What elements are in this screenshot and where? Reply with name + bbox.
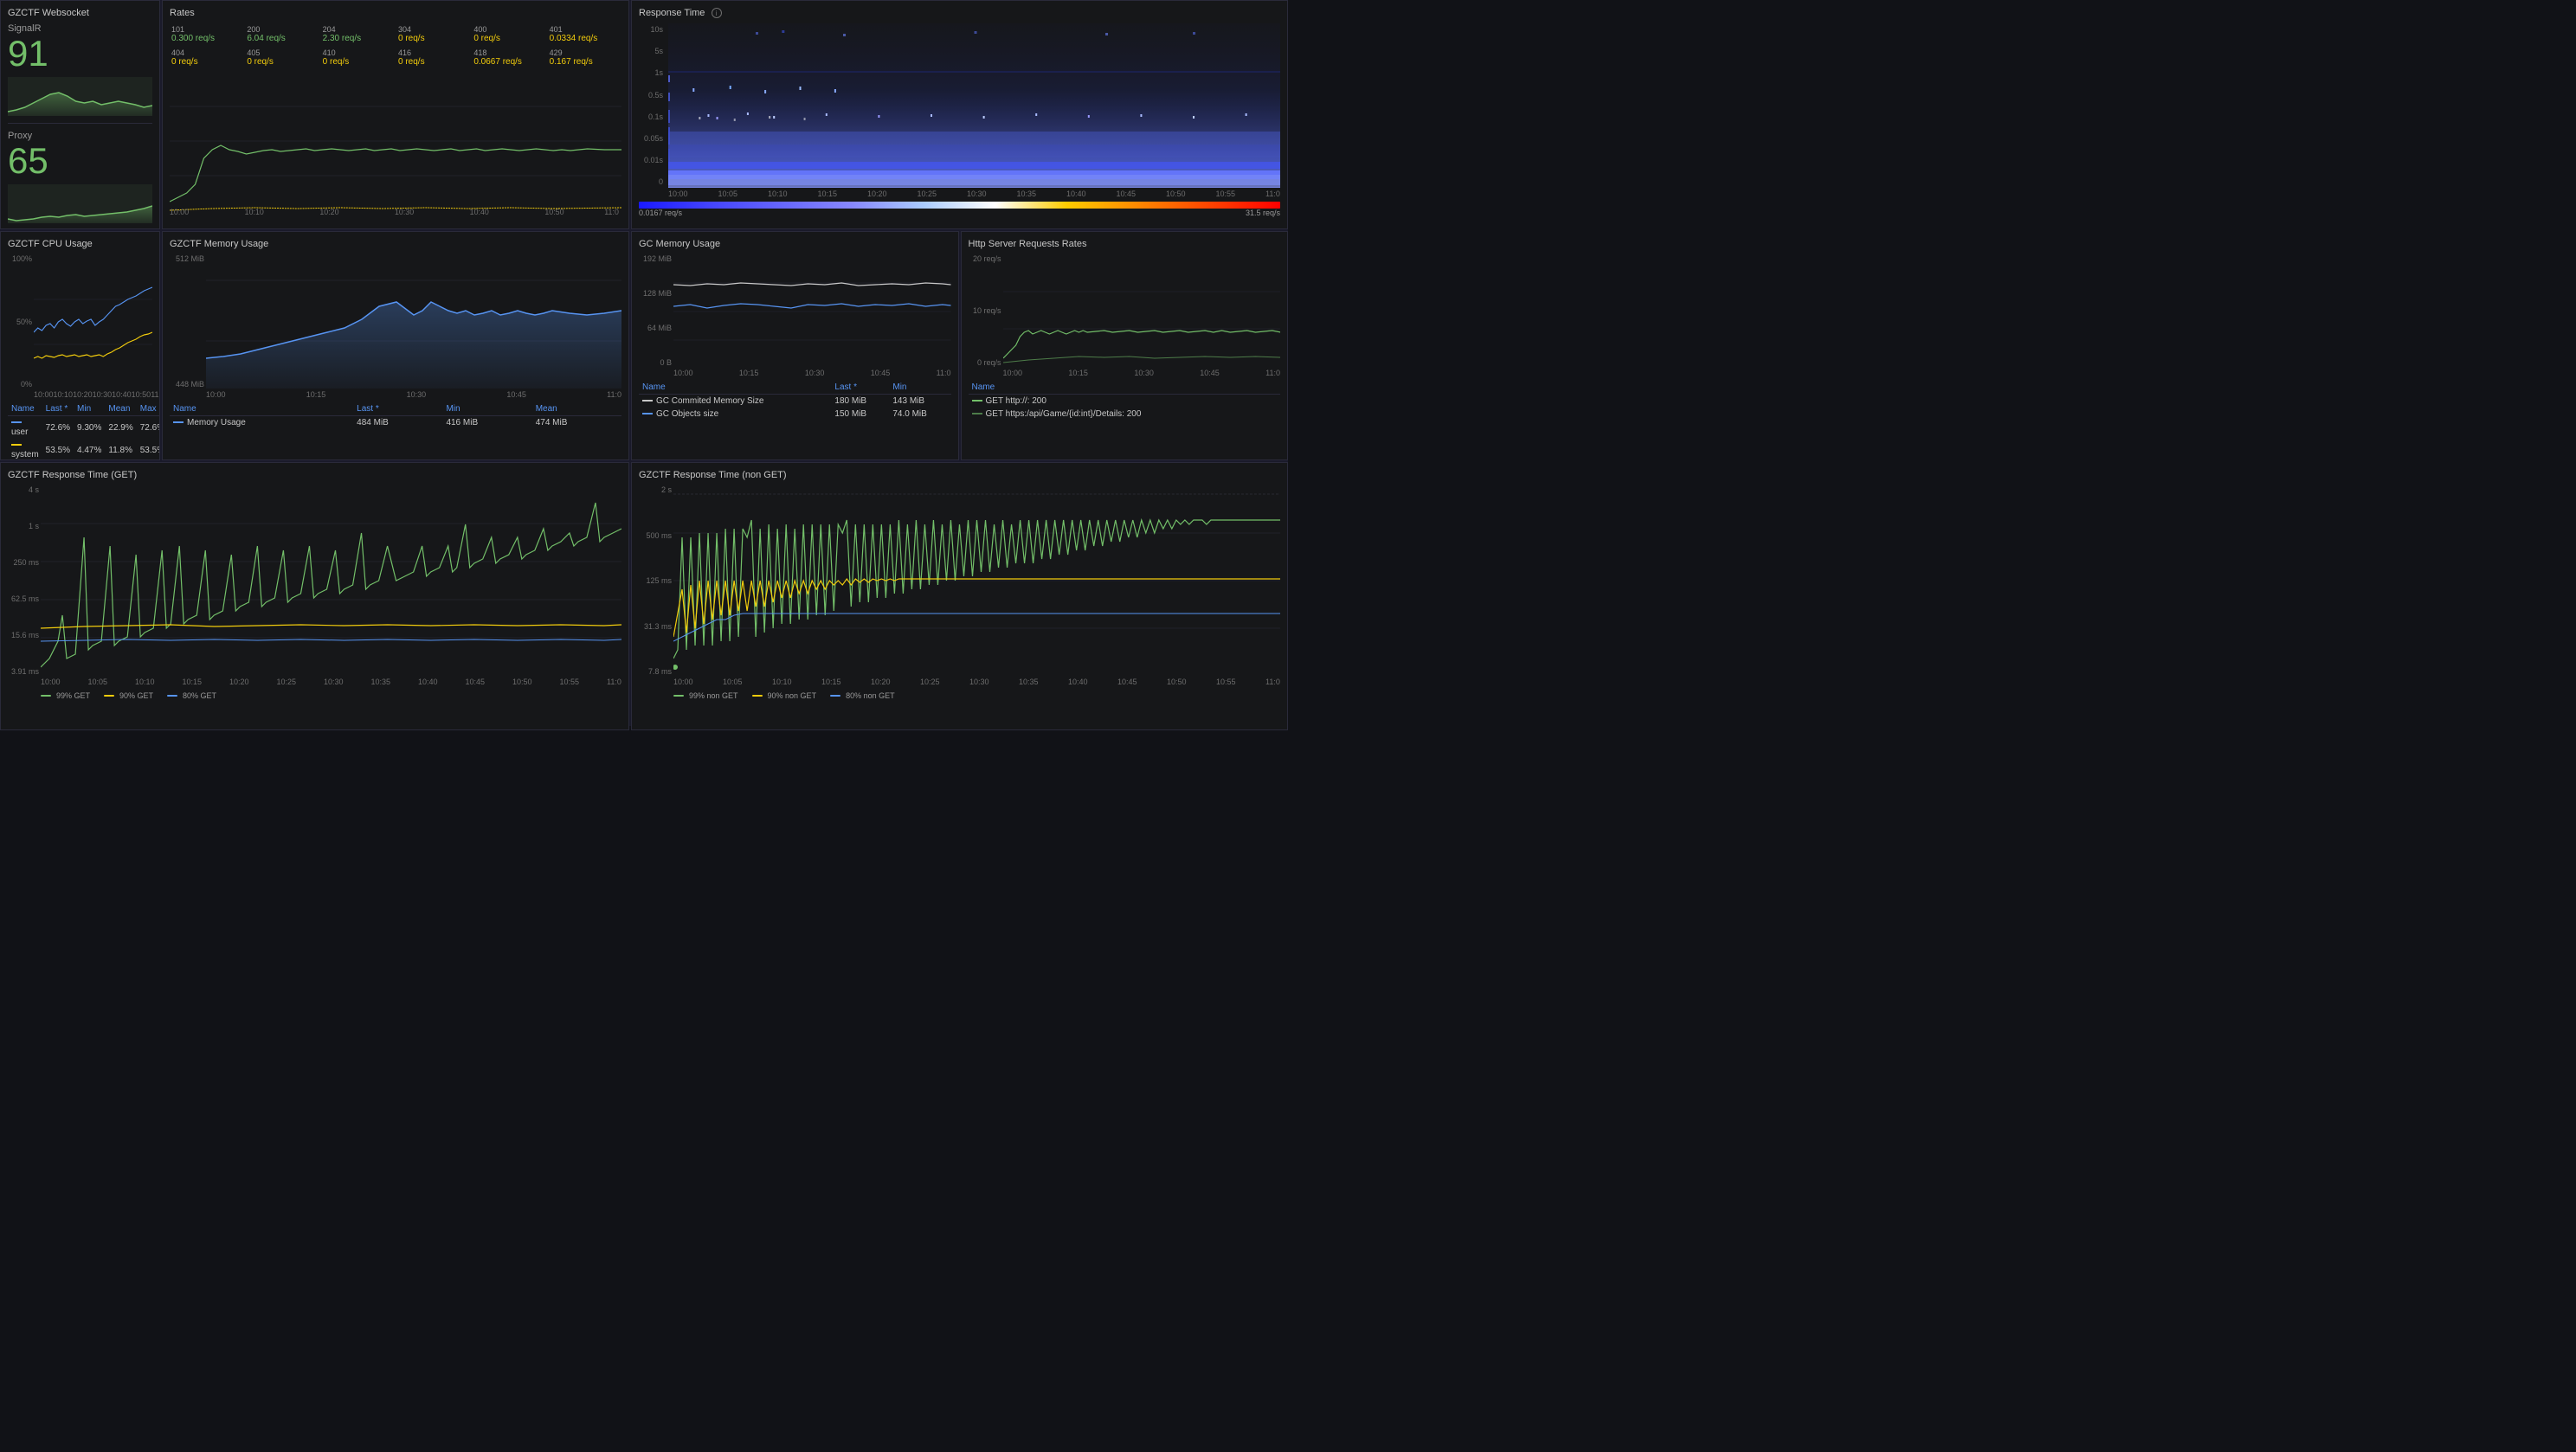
rate-400: 400 0 req/s bbox=[472, 23, 545, 45]
rate-101: 101 0.300 req/s bbox=[170, 23, 243, 45]
gc-row-objects: GC Objects size 150 MiB 74.0 MiB bbox=[639, 408, 951, 421]
rate-405: 405 0 req/s bbox=[245, 47, 319, 68]
resp-nonget-title: GZCTF Response Time (non GET) bbox=[639, 470, 1280, 480]
rate-401: 401 0.0334 req/s bbox=[548, 23, 621, 45]
resp-get-title: GZCTF Response Time (GET) bbox=[8, 470, 621, 480]
rate-200: 200 6.04 req/s bbox=[245, 23, 319, 45]
rates-grid: 101 0.300 req/s 200 6.04 req/s 204 2.30 … bbox=[170, 23, 621, 68]
memory-x-axis: 10:00 10:15 10:30 10:45 11:0 bbox=[206, 390, 621, 399]
gc-table: Name Last * Min GC Commited Memory Size … bbox=[639, 381, 951, 421]
gc-chart-area: 192 MiB 128 MiB 64 MiB 0 B bbox=[639, 254, 951, 367]
http-chart bbox=[1003, 254, 1281, 367]
gc-http-panels: GC Memory Usage 192 MiB 128 MiB 64 MiB 0… bbox=[631, 231, 1288, 460]
svg-text:10:20: 10:20 bbox=[319, 208, 338, 215]
resp-get-chart bbox=[41, 485, 621, 676]
gc-panel: GC Memory Usage 192 MiB 128 MiB 64 MiB 0… bbox=[631, 231, 959, 460]
signalr-block: SignalR 91 bbox=[8, 23, 152, 116]
memory-chart-area: 512 MiB 448 MiB bbox=[170, 254, 621, 389]
resp-nonget-chart-area: 2 s 500 ms 125 ms 31.3 ms 7.8 ms bbox=[639, 485, 1280, 676]
colorbar-labels: 0.0167 req/s 31.5 req/s bbox=[639, 209, 1280, 217]
http-panel: Http Server Requests Rates 20 req/s 10 r… bbox=[961, 231, 1289, 460]
memory-table: Name Last * Min Mean Memory Usage 484 Mi… bbox=[170, 402, 621, 429]
proxy-value: 65 bbox=[8, 141, 152, 181]
response-time-title: Response Time i bbox=[639, 8, 1280, 18]
divider bbox=[8, 123, 152, 124]
svg-text:10:50: 10:50 bbox=[544, 208, 564, 215]
gc-row-committed: GC Commited Memory Size 180 MiB 143 MiB bbox=[639, 395, 951, 408]
cpu-y-labels: 100% 50% 0% bbox=[8, 254, 32, 389]
memory-panel: GZCTF Memory Usage 512 MiB 448 MiB bbox=[162, 231, 629, 460]
cpu-x-axis: 10:00 10:10 10:20 10:30 10:40 10:50 11:0 bbox=[34, 390, 152, 399]
memory-y-labels: 512 MiB 448 MiB bbox=[170, 254, 204, 389]
svg-text:10:40: 10:40 bbox=[470, 208, 489, 215]
dashboard: GZCTF Websocket SignalR 91 Proxy 65 bbox=[0, 0, 1288, 726]
svg-text:11:0: 11:0 bbox=[604, 208, 619, 215]
response-time-chart-area: 10s 5s 1s 0.5s 0.1s 0.05s 0.01s 0 heatma… bbox=[639, 23, 1280, 188]
gc-title: GC Memory Usage bbox=[639, 239, 951, 249]
response-time-panel: Response Time i 10s 5s 1s 0.5s 0.1s 0.05… bbox=[631, 0, 1288, 229]
resp-nonget-legend: 99% non GET 90% non GET 80% non GET bbox=[673, 690, 1280, 700]
http-row-1: GET http://: 200 bbox=[969, 395, 1281, 408]
cpu-table: Name Last * Min Mean Max ↓ user 72.6% 9.… bbox=[8, 402, 160, 460]
rate-416: 416 0 req/s bbox=[396, 47, 470, 68]
svg-text:10:10: 10:10 bbox=[245, 208, 264, 215]
signalr-value: 91 bbox=[8, 34, 152, 74]
http-chart-area: 20 req/s 10 req/s 0 req/s bbox=[969, 254, 1281, 367]
websocket-panel: GZCTF Websocket SignalR 91 Proxy 65 bbox=[0, 0, 160, 229]
rate-429: 429 0.167 req/s bbox=[548, 47, 621, 68]
resp-nonget-x-axis: 10:00 10:05 10:10 10:15 10:20 10:25 10:3… bbox=[673, 678, 1280, 686]
rate-304: 304 0 req/s bbox=[396, 23, 470, 45]
rates-chart: 10:00 10:10 10:20 10:30 10:40 10:50 11:0 bbox=[170, 72, 621, 215]
http-row-2: GET https:/api/Game/{id:int}/Details: 20… bbox=[969, 408, 1281, 421]
gc-x-axis: 10:00 10:15 10:30 10:45 11:0 bbox=[673, 369, 951, 377]
cpu-chart-area: 100% 50% 0% bbox=[8, 254, 152, 389]
resp-get-panel: GZCTF Response Time (GET) 4 s 1 s 250 ms… bbox=[0, 462, 629, 730]
http-x-axis: 10:00 10:15 10:30 10:45 11:0 bbox=[1003, 369, 1281, 377]
rates-panel: Rates 101 0.300 req/s 200 6.04 req/s 204… bbox=[162, 0, 629, 229]
gc-chart bbox=[673, 254, 951, 367]
rate-418: 418 0.0667 req/s bbox=[472, 47, 545, 68]
resp-get-chart-area: 4 s 1 s 250 ms 62.5 ms 15.6 ms 3.91 ms bbox=[8, 485, 621, 676]
memory-title: GZCTF Memory Usage bbox=[170, 239, 621, 249]
rate-404: 404 0 req/s bbox=[170, 47, 243, 68]
cpu-title: GZCTF CPU Usage bbox=[8, 239, 152, 249]
cpu-chart bbox=[34, 254, 152, 389]
rate-410: 410 0 req/s bbox=[321, 47, 395, 68]
y-axis-labels: 10s 5s 1s 0.5s 0.1s 0.05s 0.01s 0 bbox=[639, 23, 665, 188]
rates-title: Rates bbox=[170, 8, 621, 18]
memory-row: Memory Usage 484 MiB 416 MiB 474 MiB bbox=[170, 416, 621, 430]
rate-204: 204 2.30 req/s bbox=[321, 23, 395, 45]
http-y-labels: 20 req/s 10 req/s 0 req/s bbox=[969, 254, 1001, 367]
resp-get-y-labels: 4 s 1 s 250 ms 62.5 ms 15.6 ms 3.91 ms bbox=[8, 485, 39, 676]
signalr-chart bbox=[8, 77, 152, 116]
http-table: Name GET http://: 200 GET https:/api/Gam… bbox=[969, 381, 1281, 421]
svg-text:10:30: 10:30 bbox=[395, 208, 414, 215]
resp-nonget-panel: GZCTF Response Time (non GET) 2 s 500 ms… bbox=[631, 462, 1288, 730]
cpu-panel: GZCTF CPU Usage 100% 50% 0% 10:00 10:10 … bbox=[0, 231, 160, 460]
cpu-row-system: system 53.5% 4.47% 11.8% 53.5% bbox=[8, 439, 160, 460]
proxy-block: Proxy 65 bbox=[8, 131, 152, 223]
heatmap-chart: heatmap data bbox=[668, 23, 1280, 188]
memory-chart bbox=[206, 254, 621, 389]
resp-get-x-axis: 10:00 10:05 10:10 10:15 10:20 10:25 10:3… bbox=[41, 678, 621, 686]
resp-get-legend: 99% GET 90% GET 80% GET bbox=[41, 690, 621, 700]
svg-text:10:00: 10:00 bbox=[170, 208, 189, 215]
cpu-row-user: user 72.6% 9.30% 22.9% 72.6% bbox=[8, 416, 160, 440]
websocket-title: GZCTF Websocket bbox=[8, 8, 152, 18]
response-time-x-axis: 10:00 10:05 10:10 10:15 10:20 10:25 10:3… bbox=[668, 190, 1280, 198]
resp-nonget-y-labels: 2 s 500 ms 125 ms 31.3 ms 7.8 ms bbox=[639, 485, 672, 676]
info-icon[interactable]: i bbox=[712, 8, 722, 18]
colorbar bbox=[639, 202, 1280, 209]
gc-y-labels: 192 MiB 128 MiB 64 MiB 0 B bbox=[639, 254, 672, 367]
proxy-chart bbox=[8, 184, 152, 223]
http-title: Http Server Requests Rates bbox=[969, 239, 1281, 249]
resp-nonget-chart bbox=[673, 485, 1280, 676]
